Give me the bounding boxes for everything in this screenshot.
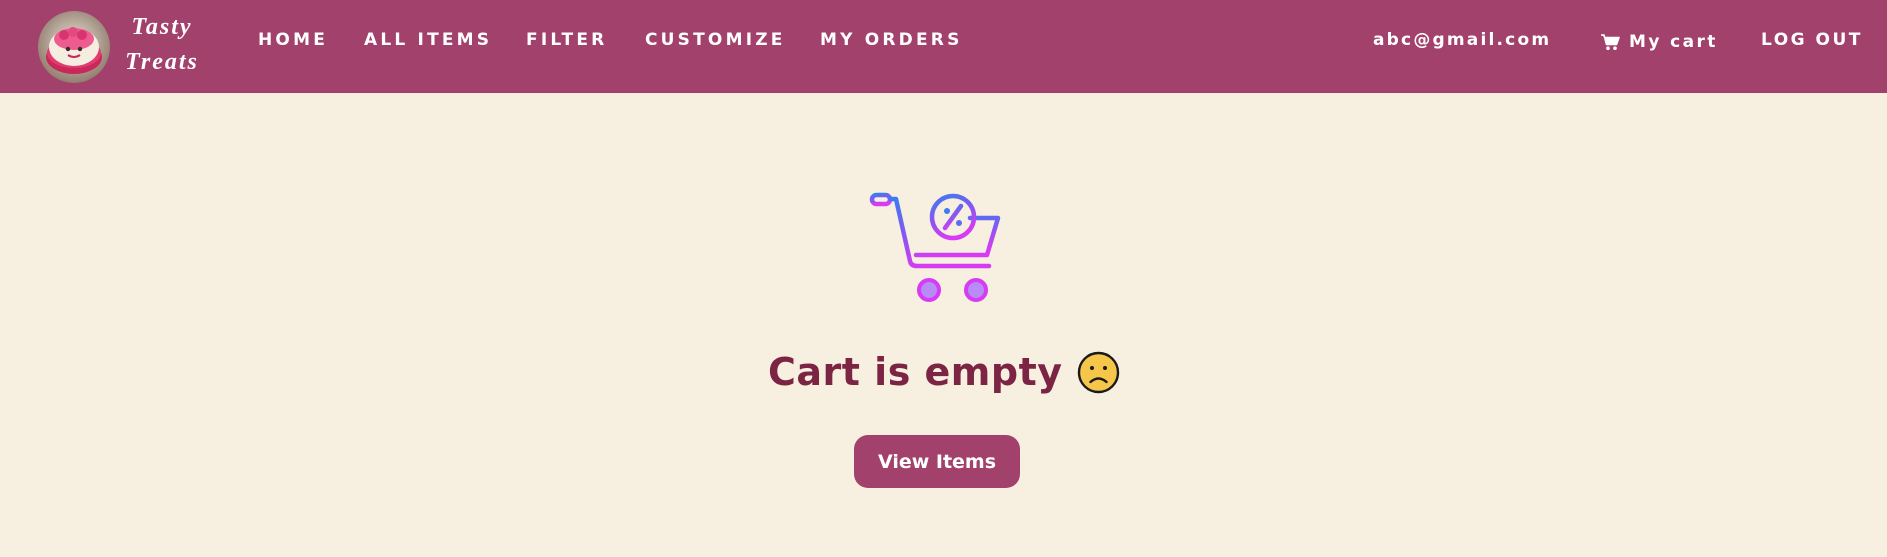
my-cart-label: My cart — [1629, 32, 1718, 52]
discount-cart-icon — [869, 192, 1001, 302]
nav-filter[interactable]: FILTER — [526, 30, 607, 54]
brand-line-2: Treats — [125, 49, 199, 75]
nav-home[interactable]: HOME — [258, 30, 328, 54]
nav-all-items[interactable]: ALL ITEMS — [364, 30, 492, 54]
user-email-link[interactable]: abc@gmail.com — [1373, 30, 1551, 54]
view-items-button[interactable]: View Items — [854, 435, 1020, 488]
nav-log-out[interactable]: LOG OUT — [1761, 30, 1863, 54]
brand-line-1: Tasty — [131, 14, 193, 40]
shopping-cart-icon — [1601, 34, 1620, 50]
brand-title[interactable]: Tasty Treats — [112, 10, 212, 80]
my-cart-link[interactable]: My cart — [1600, 30, 1718, 54]
cupcake-logo-icon[interactable] — [38, 11, 110, 83]
navbar: Tasty Treats HOME ALL ITEMS FILTER CUSTO… — [0, 0, 1887, 93]
nav-my-orders[interactable]: MY ORDERS — [820, 30, 963, 54]
sad-face-icon — [1077, 351, 1119, 393]
nav-customize[interactable]: CUSTOMIZE — [645, 30, 786, 54]
empty-cart-heading: Cart is empty — [768, 350, 1120, 394]
empty-cart-message: Cart is empty — [768, 350, 1063, 394]
